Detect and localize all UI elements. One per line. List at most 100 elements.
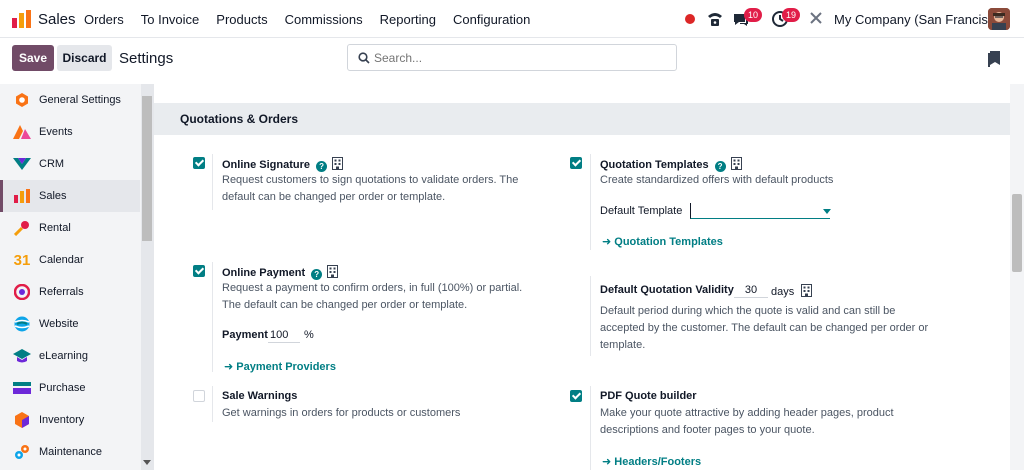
search-icon [358, 52, 370, 64]
online-signature-checkbox[interactable] [193, 157, 205, 169]
save-button[interactable]: Save [12, 45, 54, 71]
pdf-quote-builder-desc: Make your quote attractive by adding hea… [600, 407, 894, 436]
events-icon [13, 123, 31, 141]
sidebar-item-label: Rental [39, 222, 71, 234]
sidebar-item-label: Inventory [39, 414, 85, 426]
sidebar-item-website[interactable]: Website [0, 308, 140, 340]
menu-products[interactable]: Products [216, 12, 267, 27]
payment-label: Payment [222, 329, 268, 341]
quotation-validity-input[interactable] [734, 282, 768, 298]
help-icon[interactable]: ? [311, 269, 323, 280]
sidebar-scrollbar-thumb[interactable] [142, 96, 152, 241]
inventory-icon [13, 411, 31, 429]
debug-tools-icon[interactable] [808, 10, 826, 28]
sale-warnings-desc: Get warnings in orders for products or c… [222, 407, 461, 419]
menu-orders[interactable]: Orders [84, 12, 124, 27]
help-icon[interactable]: ? [316, 161, 328, 172]
sidebar-item-sales[interactable]: Sales [0, 180, 140, 212]
payment-percent-input[interactable] [268, 327, 300, 343]
elearning-icon [13, 347, 31, 365]
sidebar-item-label: Website [39, 318, 79, 330]
quotation-templates-title: Quotation Templates? [600, 157, 742, 173]
main-menu: Orders To Invoice Products Commissions R… [84, 12, 547, 27]
search-box[interactable] [347, 44, 677, 71]
online-payment-title: Online Payment? [222, 265, 339, 281]
company-building-icon [801, 284, 813, 300]
phone-icon[interactable] [706, 10, 724, 28]
company-building-icon [327, 265, 339, 281]
payment-providers-link[interactable]: ➜ Payment Providers [224, 360, 336, 373]
sidebar-item-crm[interactable]: CRM [0, 148, 140, 180]
divider [590, 276, 591, 356]
top-navbar: Sales Orders To Invoice Products Commiss… [0, 0, 1024, 38]
sale-warnings-checkbox[interactable] [193, 390, 205, 402]
sidebar-scrollbar[interactable] [141, 84, 153, 470]
settings-content: Quotations & Orders Online Signature? Re… [154, 84, 1010, 470]
messages-badge: 10 [744, 8, 763, 22]
online-signature-desc: Request customers to sign quotations to … [222, 174, 519, 203]
sales-chart-icon [13, 187, 31, 205]
scroll-down-icon[interactable] [143, 460, 151, 465]
divider [590, 386, 591, 470]
menu-to-invoice[interactable]: To Invoice [141, 12, 200, 27]
bookmark-icon[interactable] [988, 51, 1000, 70]
company-switcher[interactable]: My Company (San Francisco) [834, 12, 1006, 27]
quotation-templates-checkbox[interactable] [570, 157, 582, 169]
quotation-validity-title: Default Quotation Validity [600, 284, 734, 296]
sidebar-item-rental[interactable]: Rental [0, 212, 140, 244]
app-name[interactable]: Sales [38, 11, 76, 28]
divider [212, 154, 213, 210]
user-avatar[interactable] [988, 8, 1010, 30]
content-scrollbar[interactable] [1010, 84, 1024, 470]
default-template-label: Default Template [600, 205, 683, 217]
sidebar-item-label: General Settings [39, 94, 121, 106]
sidebar-item-label: Purchase [39, 382, 86, 394]
sidebar-item-label: Sales [39, 190, 67, 202]
chevron-down-icon[interactable] [823, 209, 831, 214]
quotation-validity-unit: days [771, 284, 813, 300]
sidebar-item-calendar[interactable]: 31 Calendar [0, 244, 140, 276]
headers-footers-link[interactable]: ➜ Headers/Footers [602, 455, 701, 468]
section-header: Quotations & Orders [154, 103, 1010, 135]
default-template-select[interactable] [690, 203, 830, 219]
sidebar-item-inventory[interactable]: Inventory [0, 404, 140, 436]
gear-hex-icon [13, 91, 31, 109]
purchase-icon [13, 379, 31, 397]
maintenance-icon [13, 443, 31, 461]
content-scrollbar-thumb[interactable] [1012, 194, 1022, 272]
search-input[interactable] [374, 49, 669, 67]
referrals-icon [13, 283, 31, 301]
divider [212, 262, 213, 372]
sidebar-item-label: eLearning [39, 350, 88, 362]
page-title: Settings [119, 50, 174, 67]
sidebar-item-referrals[interactable]: Referrals [0, 276, 140, 308]
settings-sidebar: General Settings Events CRM Sales Rental… [0, 84, 154, 470]
sidebar-item-events[interactable]: Events [0, 116, 140, 148]
menu-commissions[interactable]: Commissions [285, 12, 363, 27]
help-icon[interactable]: ? [714, 161, 726, 172]
company-building-icon [332, 157, 344, 173]
sidebar-item-label: Maintenance [39, 446, 102, 458]
sidebar-item-maintenance[interactable]: Maintenance [0, 436, 140, 468]
quotation-templates-link[interactable]: ➜ Quotation Templates [602, 235, 723, 248]
status-dot-icon[interactable] [685, 14, 695, 24]
payment-unit: % [304, 329, 314, 341]
sidebar-item-general-settings[interactable]: General Settings [0, 84, 140, 116]
online-signature-title: Online Signature? [222, 157, 344, 173]
website-icon [13, 315, 31, 333]
sidebar-item-purchase[interactable]: Purchase [0, 372, 140, 404]
discard-button[interactable]: Discard [57, 45, 112, 71]
section-title: Quotations & Orders [180, 112, 299, 126]
menu-reporting[interactable]: Reporting [380, 12, 436, 27]
pdf-quote-builder-checkbox[interactable] [570, 390, 582, 402]
pdf-quote-builder-title: PDF Quote builder [600, 390, 697, 402]
sidebar-item-elearning[interactable]: eLearning [0, 340, 140, 372]
activities-badge: 19 [782, 8, 801, 22]
menu-configuration[interactable]: Configuration [453, 12, 530, 27]
divider [212, 386, 213, 422]
sale-warnings-title: Sale Warnings [222, 390, 298, 402]
sidebar-item-label: CRM [39, 158, 65, 170]
sales-app-icon[interactable] [12, 10, 32, 28]
rental-key-icon [13, 219, 31, 237]
online-payment-checkbox[interactable] [193, 265, 205, 277]
